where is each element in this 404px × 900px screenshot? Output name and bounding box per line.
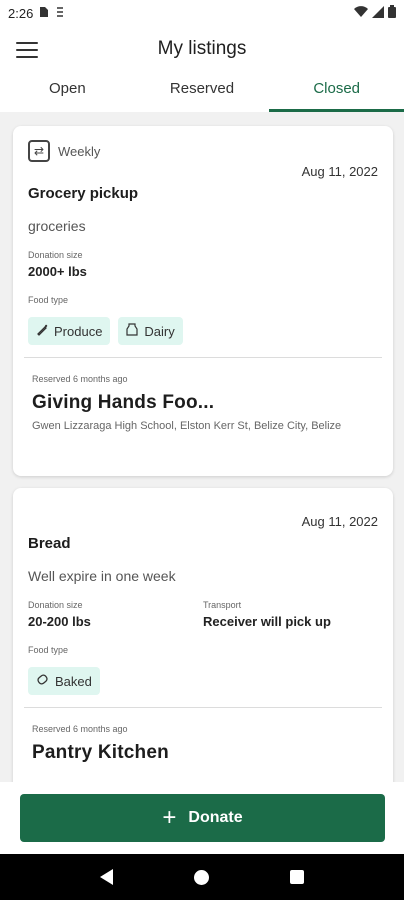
home-icon[interactable]	[193, 869, 209, 885]
tab-open[interactable]: Open	[0, 72, 135, 112]
chip-label: Baked	[55, 673, 92, 689]
donation-size-label: Donation size	[28, 250, 83, 260]
frequency-label: Weekly	[58, 143, 101, 159]
wifi-icon	[354, 5, 368, 21]
milk-icon	[126, 323, 139, 339]
food-type-label: Food type	[28, 645, 69, 655]
page-title: My listings	[157, 38, 247, 59]
tab-bar: Open Reserved Closed	[0, 72, 404, 112]
chip-label: Dairy	[144, 323, 175, 339]
status-bar: 2:26	[0, 0, 404, 26]
donation-size-value: 2000+ lbs	[28, 264, 87, 279]
listings-list: ⇄ Weekly Aug 11, 2022 Grocery pickup gro…	[0, 112, 404, 782]
battery-icon	[388, 5, 396, 21]
signal-icon	[372, 5, 384, 21]
divider	[24, 357, 382, 358]
tab-closed[interactable]: Closed	[269, 72, 404, 112]
listing-title: Grocery pickup	[28, 185, 139, 202]
donate-button[interactable]: + Donate	[20, 794, 385, 842]
receiver-name: Pantry Kitchen	[32, 742, 169, 763]
reserved-time: Reserved 6 months ago	[32, 374, 128, 384]
receiver-name: Giving Hands Foo...	[32, 392, 215, 413]
listing-date: Aug 11, 2022	[301, 514, 378, 529]
food-chip-dairy: Dairy	[118, 317, 183, 345]
listing-card[interactable]: Aug 11, 2022 Bread Well expire in one we…	[13, 488, 393, 782]
menu-icon[interactable]	[14, 40, 40, 60]
plus-icon: +	[162, 804, 177, 831]
back-icon[interactable]	[100, 869, 114, 885]
donation-size-value: 20-200 lbs	[28, 614, 91, 629]
divider	[24, 707, 382, 708]
listing-description: groceries	[28, 218, 86, 234]
sim-icon	[39, 6, 49, 21]
food-chip-baked: Baked	[28, 667, 100, 695]
listing-title: Bread	[28, 535, 71, 552]
listing-card[interactable]: ⇄ Weekly Aug 11, 2022 Grocery pickup gro…	[13, 126, 393, 476]
tab-reserved[interactable]: Reserved	[135, 72, 270, 112]
donation-size-label: Donation size	[28, 600, 83, 610]
donate-label: Donate	[188, 809, 243, 826]
carrot-icon	[36, 324, 48, 339]
app-bar: My listings	[0, 26, 404, 72]
receiver-address: Gwen Lizzaraga High School, Elston Kerr …	[32, 420, 342, 432]
recents-icon[interactable]	[289, 870, 304, 884]
transport-label: Transport	[203, 600, 242, 610]
food-chip-produce: Produce	[28, 317, 111, 345]
bread-icon	[36, 673, 49, 689]
status-time: 2:26	[8, 5, 34, 21]
listing-description: Well expire in one week	[28, 568, 176, 584]
chip-label: Produce	[54, 323, 103, 339]
repeat-icon: ⇄	[28, 140, 50, 162]
donate-bar: + Donate	[0, 782, 404, 854]
transport-value: Receiver will pick up	[203, 614, 331, 629]
reserved-time: Reserved 6 months ago	[32, 724, 128, 734]
food-type-label: Food type	[28, 295, 69, 305]
sync-icon	[55, 6, 65, 21]
system-nav-bar	[0, 854, 404, 900]
listing-date: Aug 11, 2022	[301, 164, 378, 179]
